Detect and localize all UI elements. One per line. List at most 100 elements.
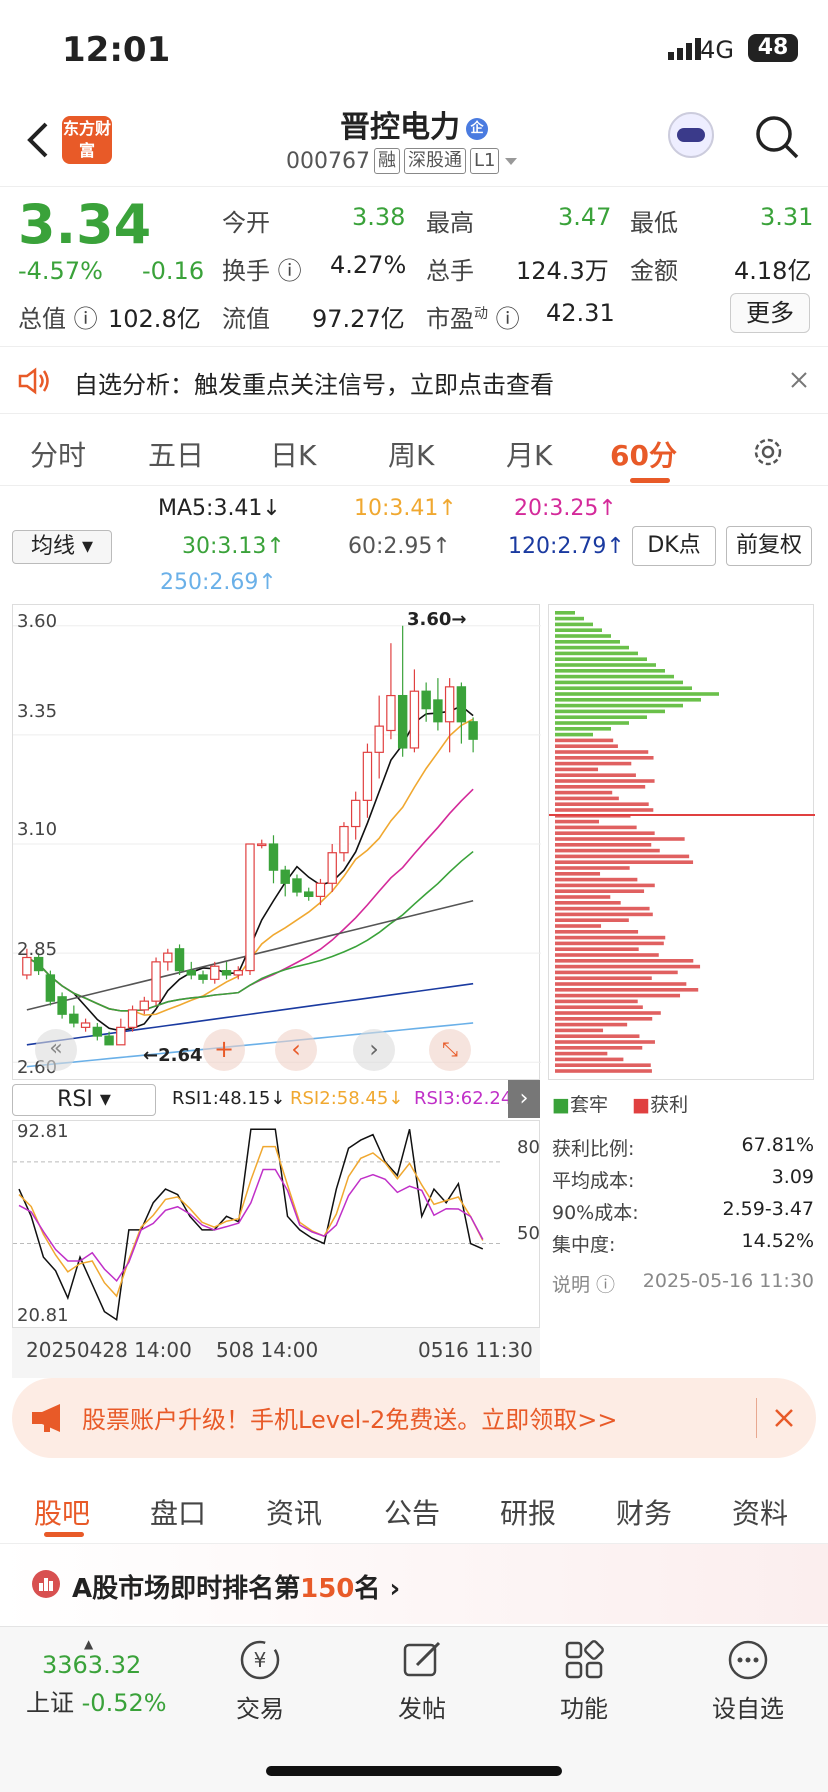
chip-bar <box>555 651 638 656</box>
chip-bar <box>555 883 655 888</box>
chip-bar <box>555 732 593 737</box>
rsi3-label: RSI3:62.24 <box>414 1088 513 1109</box>
promo-divider <box>756 1398 757 1438</box>
rsi3-line <box>18 1168 484 1283</box>
candle-body <box>374 725 384 753</box>
market-rank-banner[interactable]: A股市场即时排名第150名 › <box>0 1544 828 1624</box>
chip-bar <box>555 686 692 690</box>
gear-icon[interactable] <box>752 436 784 468</box>
rsi-80: 80 <box>517 1137 540 1158</box>
amount-value: 4.18亿 <box>734 257 812 285</box>
analysis-notice[interactable]: 自选分析：触发重点关注信号，立即点击查看 <box>0 346 828 414</box>
tab-intraday[interactable]: 分时 <box>30 434 86 474</box>
chip-bar <box>555 993 681 998</box>
chip-bar <box>555 941 664 946</box>
candle-body <box>174 948 185 972</box>
close-icon[interactable] <box>774 1408 794 1428</box>
pe-label: 市盈动 ⓘ <box>426 305 520 333</box>
chip-bar <box>555 895 611 899</box>
chip-bar <box>555 1011 661 1015</box>
candle-body <box>433 699 443 723</box>
rsi-bottom: 20.81 <box>17 1305 69 1326</box>
candle-body <box>421 690 431 710</box>
adjust-button[interactable]: 前复权 <box>726 526 812 566</box>
rsi2-label: RSI2:58.45↓ <box>290 1088 404 1109</box>
robot-assistant-icon[interactable] <box>668 112 714 158</box>
candle-body <box>386 694 396 732</box>
close-icon[interactable] <box>790 371 808 389</box>
caret-down-icon[interactable] <box>503 156 519 166</box>
chip-bar <box>555 744 618 748</box>
chip-bar <box>555 906 650 911</box>
tab-announcements[interactable]: 公告 <box>384 1492 440 1532</box>
chip-bar <box>555 767 599 772</box>
trade-icon: ¥ <box>240 1640 280 1680</box>
chip-svg <box>549 611 815 1073</box>
fullscreen-button[interactable]: ⤡ <box>429 1029 471 1071</box>
chip-bar <box>555 634 611 638</box>
chip-bar <box>555 727 611 731</box>
level2-promo[interactable]: 股票账户升级！手机Level-2免费送。立即领取>> <box>12 1378 816 1458</box>
mcap-value: 102.8亿 <box>108 305 201 333</box>
tab-60min[interactable]: 60分 <box>610 434 677 474</box>
chip-note[interactable]: 说明 ⓘ <box>552 1270 615 1297</box>
search-icon[interactable] <box>754 114 800 160</box>
tag-level: L1 <box>469 148 500 174</box>
kline-chart[interactable]: 3.60 3.35 3.10 2.85 2.60 3.60→ ←2.64 « +… <box>12 604 541 1080</box>
chip-bar <box>555 918 629 922</box>
chip-bar <box>555 999 638 1004</box>
chip-bar <box>555 953 659 957</box>
chip-bar <box>555 1028 604 1033</box>
indicator-select[interactable]: 均线 ▾ <box>12 530 112 564</box>
index-ticker[interactable]: ▲ 3363.32 上证 -0.52% <box>26 1637 176 1718</box>
candle-body <box>362 751 373 801</box>
stock-code: 000767 <box>286 148 370 174</box>
tab-daily-k[interactable]: 日K <box>270 434 316 474</box>
tab-profile[interactable]: 资料 <box>732 1492 788 1532</box>
tab-research[interactable]: 研报 <box>500 1492 556 1532</box>
x-tick-1: 20250428 14:00 <box>26 1338 192 1362</box>
tab-weekly-k[interactable]: 周K <box>388 434 434 474</box>
tab-guba[interactable]: 股吧 <box>34 1492 90 1532</box>
next-button[interactable]: › <box>353 1029 395 1071</box>
profit-ratio-value: 67.81% <box>741 1134 814 1156</box>
nav-trade[interactable]: ¥ 交易 <box>228 1637 292 1724</box>
ma250-label: 250:2.69↑ <box>160 570 277 595</box>
amount-label: 金额 <box>630 257 678 285</box>
chip-bar <box>555 622 593 627</box>
high-value: 3.47 <box>558 203 612 231</box>
candle-body <box>327 852 337 884</box>
tag-connect: 深股通 <box>403 148 466 174</box>
tab-5day[interactable]: 五日 <box>148 434 204 474</box>
chip-bar <box>555 721 629 725</box>
change-pct: -4.57% <box>18 257 103 285</box>
nav-post[interactable]: 发帖 <box>390 1637 454 1724</box>
float-label: 流值 <box>222 305 270 333</box>
zoom-in-button[interactable]: + <box>203 1029 245 1071</box>
chip-legend: ■套牢 ■获利 <box>552 1094 689 1116</box>
promo-text: 股票账户升级！手机Level-2免费送。立即领取>> <box>82 1406 618 1434</box>
tab-finance[interactable]: 财务 <box>616 1492 672 1532</box>
tab-monthly-k[interactable]: 月K <box>506 434 552 474</box>
prev-button[interactable]: ‹ <box>275 1029 317 1071</box>
chip-bar <box>555 988 699 992</box>
dk-button[interactable]: DK点 <box>632 526 716 566</box>
tab-orderbook[interactable]: 盘口 <box>150 1492 206 1532</box>
tab-news[interactable]: 资讯 <box>266 1492 322 1532</box>
rewind-button[interactable]: « <box>35 1029 77 1071</box>
open-value: 3.38 <box>352 203 406 231</box>
tag-margin: 融 <box>373 148 400 174</box>
more-button[interactable]: 更多 <box>730 293 810 333</box>
nav-function[interactable]: 功能 <box>552 1637 616 1724</box>
ranking-icon <box>32 1570 60 1598</box>
rsi-select[interactable]: RSI ▾ <box>12 1084 156 1116</box>
candle-body <box>292 878 302 893</box>
avg-cost-value: 3.09 <box>771 1166 814 1188</box>
expand-arrow-icon[interactable]: › <box>508 1080 540 1118</box>
x-tick-2: 508 14:00 <box>216 1338 319 1362</box>
profit-ratio-label: 获利比例: <box>552 1138 635 1160</box>
chip-bar <box>555 843 652 847</box>
stock-header: 东方财富 晋控电力企 000767 融 深股通 L1 <box>0 96 828 184</box>
chart-nav-controls: « + ‹ › ⤡ <box>35 1029 471 1071</box>
nav-add-watchlist[interactable]: 设自选 <box>708 1637 788 1724</box>
